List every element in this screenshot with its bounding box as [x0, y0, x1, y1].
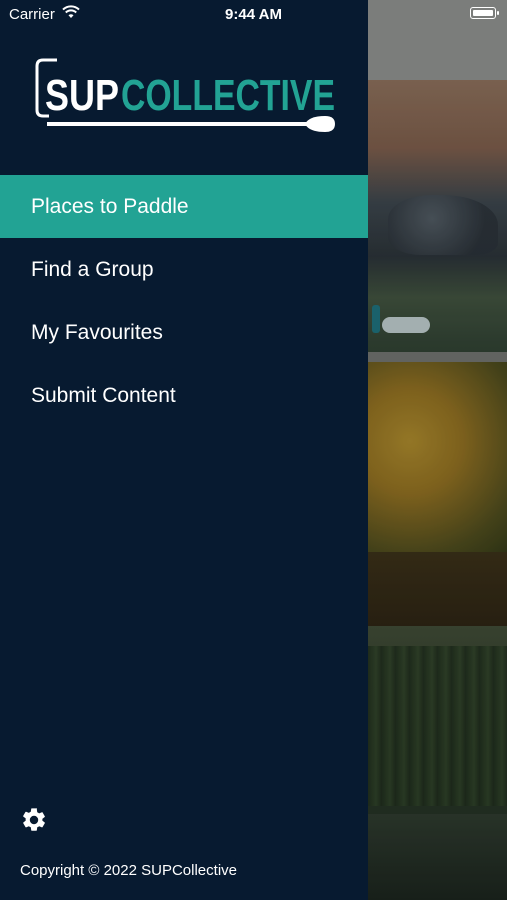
menu-item-find-a-group[interactable]: Find a Group [0, 238, 368, 301]
menu-item-places-to-paddle[interactable]: Places to Paddle [0, 175, 368, 238]
menu-item-my-favourites[interactable]: My Favourites [0, 301, 368, 364]
drawer-menu: Places to Paddle Find a Group My Favouri… [0, 175, 368, 427]
status-time: 9:44 AM [225, 6, 282, 23]
copyright-text: Copyright © 2022 SUPCollective [20, 862, 237, 879]
dim-overlay[interactable] [368, 0, 507, 900]
menu-item-label: My Favourites [31, 321, 163, 344]
navigation-drawer: SUP COLLECTIVE Places to Paddle Find a G… [0, 0, 368, 900]
gear-icon[interactable] [20, 806, 48, 834]
menu-item-submit-content[interactable]: Submit Content [0, 364, 368, 427]
supcollective-logo: SUP COLLECTIVE [35, 58, 345, 142]
menu-item-label: Places to Paddle [31, 195, 189, 218]
logo-text-collective: COLLECTIVE [121, 71, 335, 120]
menu-item-label: Submit Content [31, 384, 176, 407]
menu-item-label: Find a Group [31, 258, 154, 281]
battery-icon [470, 7, 499, 19]
logo-text-sup: SUP [45, 71, 119, 120]
status-bar: Carrier 9:44 AM [0, 0, 507, 30]
